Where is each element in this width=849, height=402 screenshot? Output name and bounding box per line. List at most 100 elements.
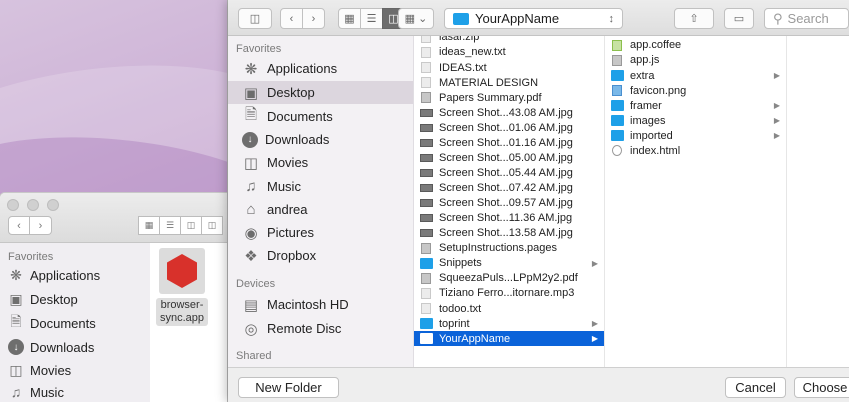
tag-button[interactable]: ▭ — [724, 8, 754, 29]
icon-view-icon[interactable]: ▦ — [338, 8, 361, 29]
list-item[interactable]: Screen Shot...07.42 AM.jpg — [414, 181, 604, 196]
list-item-label: lasar.zip — [439, 36, 480, 44]
list-item[interactable]: app.js — [605, 53, 786, 68]
list-item-label: YourAppName — [439, 332, 511, 345]
open-dialog: ◫ ‹ › ▦ ☰ ◫ ▦ ⌄ YourAppName ↕ ⇧ ▭ ⚲ Sear… — [228, 0, 849, 402]
back-button[interactable]: ‹ — [280, 8, 303, 29]
list-item[interactable]: SqueezaPuls...LPpM2y2.pdf — [414, 271, 604, 286]
list-item-label: SqueezaPuls...LPpM2y2.pdf — [439, 272, 578, 285]
list-item-label: Screen Shot...05.00 AM.jpg — [439, 151, 573, 164]
sidebar-item-applications[interactable]: ❋ Applications — [228, 57, 413, 80]
file-icon — [421, 272, 431, 284]
list-item[interactable]: Screen Shot...13.58 AM.jpg — [414, 226, 604, 241]
sidebar-toggle-button[interactable]: ◫ — [238, 8, 272, 29]
browser-column-1: lasar.zip ideas_new.txt IDEAS.txt MATERIAL … — [414, 36, 605, 367]
list-item[interactable]: Papers Summary.pdf — [414, 90, 604, 105]
list-item[interactable]: framer ▶ — [605, 98, 786, 113]
downloads-icon: ↓ — [8, 339, 24, 355]
background-sidebar: Favorites ❋ Applications ▣ Desktop 🗎 Docume… — [0, 243, 150, 402]
sidebar-item-dropbox[interactable]: ❖ Dropbox — [228, 244, 413, 267]
bg-sidebar-item-music[interactable]: ♫ Music — [8, 381, 64, 402]
list-item[interactable]: imported ▶ — [605, 128, 786, 143]
sidebar-item-movies[interactable]: ◫ Movies — [228, 151, 413, 174]
app-thumbnail — [159, 248, 205, 294]
folder-icon — [611, 130, 624, 142]
back-button[interactable]: ‹ — [8, 216, 30, 235]
list-item[interactable]: SetupInstructions.pages — [414, 241, 604, 256]
group-button[interactable]: ▦ ⌄ — [398, 8, 434, 29]
sidebar-item-music[interactable]: ♫ Music — [228, 175, 413, 198]
list-item-label: Screen Shot...11.36 AM.jpg — [439, 212, 573, 225]
folder-icon — [611, 70, 624, 82]
list-item[interactable]: Screen Shot...11.36 AM.jpg — [414, 211, 604, 226]
list-item[interactable]: favicon.png — [605, 83, 786, 98]
list-item[interactable]: images ▶ — [605, 113, 786, 128]
sidebar-item-pictures[interactable]: ◉ Pictures — [228, 221, 413, 244]
file-icon — [421, 46, 431, 58]
disclosure-arrow-icon: ▶ — [591, 319, 598, 329]
new-folder-button[interactable]: New Folder — [238, 377, 339, 398]
bg-sidebar-item-downloads[interactable]: ↓ Downloads — [8, 336, 94, 358]
list-item[interactable]: extra ▶ — [605, 68, 786, 83]
list-item[interactable]: Snippets ▶ — [414, 256, 604, 271]
list-item[interactable]: YourAppName ▶ — [414, 331, 604, 347]
share-button[interactable]: ⇧ — [674, 8, 714, 29]
list-item-label: SetupInstructions.pages — [439, 242, 558, 255]
file-icon — [612, 145, 622, 157]
coverflow-view-icon[interactable]: ◫ — [201, 216, 223, 235]
forward-button[interactable]: › — [30, 216, 52, 235]
choose-button[interactable]: Choose — [794, 377, 849, 398]
list-item[interactable]: index.html — [605, 143, 786, 158]
browser-sync-logo-icon — [167, 254, 197, 288]
list-item[interactable]: Screen Shot...05.00 AM.jpg — [414, 150, 604, 165]
list-item[interactable]: IDEAS.txt — [414, 60, 604, 75]
list-item[interactable]: Screen Shot...01.06 AM.jpg — [414, 120, 604, 135]
grid-dropdown-icon: ▦ ⌄ — [404, 13, 428, 25]
location-popup[interactable]: YourAppName ↕ — [444, 8, 623, 29]
icon-view-icon[interactable]: ▦ — [138, 216, 160, 235]
minimize-window-button[interactable] — [27, 199, 39, 211]
list-item[interactable]: Screen Shot...01.16 AM.jpg — [414, 135, 604, 150]
list-item-label: index.html — [630, 144, 681, 157]
bg-sidebar-item-documents[interactable]: 🗎 Documents — [8, 312, 95, 334]
applications-icon: ❋ — [10, 266, 22, 283]
list-item[interactable]: todoo.txt — [414, 301, 604, 316]
list-item[interactable]: Screen Shot...09.57 AM.jpg — [414, 196, 604, 211]
zoom-window-button[interactable] — [47, 199, 59, 211]
app-file[interactable]: browser-sync.app — [156, 248, 208, 326]
sidebar-item-desktop[interactable]: ▣ Desktop — [228, 81, 413, 104]
bg-sidebar-item-desktop[interactable]: ▣ Desktop — [8, 288, 77, 310]
browser-column-3 — [787, 36, 849, 367]
folder-icon — [420, 333, 433, 345]
column-view-icon[interactable]: ◫ — [180, 216, 202, 235]
list-item-label: ideas_new.txt — [439, 46, 506, 59]
sidebar-item-documents[interactable]: 🗎 Documents — [228, 105, 413, 128]
bg-sidebar-item-movies[interactable]: ◫ Movies — [8, 359, 71, 381]
forward-button[interactable]: › — [302, 8, 325, 29]
list-item[interactable]: Screen Shot...05.44 AM.jpg — [414, 166, 604, 181]
sidebar-item-macintosh-hd[interactable]: ▤ Macintosh HD — [228, 293, 413, 316]
list-item[interactable]: toprint ▶ — [414, 316, 604, 331]
app-file-name: browser-sync.app — [156, 298, 208, 326]
list-view-icon[interactable]: ☰ — [159, 216, 181, 235]
close-window-button[interactable] — [7, 199, 19, 211]
list-item[interactable]: Screen Shot...43.08 AM.jpg — [414, 105, 604, 120]
list-item[interactable]: app.coffee — [605, 38, 786, 53]
list-view-icon[interactable]: ☰ — [360, 8, 383, 29]
list-item[interactable]: Tiziano Ferro...itornare.mp3 — [414, 286, 604, 301]
cancel-button[interactable]: Cancel — [725, 377, 786, 398]
disclosure-arrow-icon: ▶ — [773, 71, 780, 81]
sidebar-item-andrea[interactable]: ⌂ andrea — [228, 198, 413, 221]
file-icon — [420, 153, 433, 162]
sidebar-item-remote-disc[interactable]: ◎ Remote Disc — [228, 317, 413, 340]
bg-sidebar-item-applications[interactable]: ❋ Applications — [8, 264, 100, 286]
list-item[interactable]: lasar.zip — [414, 36, 604, 45]
list-item[interactable]: MATERIAL DESIGN — [414, 75, 604, 90]
background-view-switcher: ▦ ☰ ◫ ◫ — [138, 216, 223, 235]
dialog-footer: New Folder Cancel Choose — [228, 367, 849, 402]
list-item[interactable]: ideas_new.txt — [414, 45, 604, 60]
disclosure-arrow-icon: ▶ — [591, 334, 598, 344]
background-titlebar: ‹ › ▦ ☰ ◫ ◫ — [0, 193, 240, 243]
search-input[interactable]: ⚲ Search — [764, 8, 849, 29]
sidebar-item-downloads[interactable]: ↓ Downloads — [228, 128, 413, 151]
